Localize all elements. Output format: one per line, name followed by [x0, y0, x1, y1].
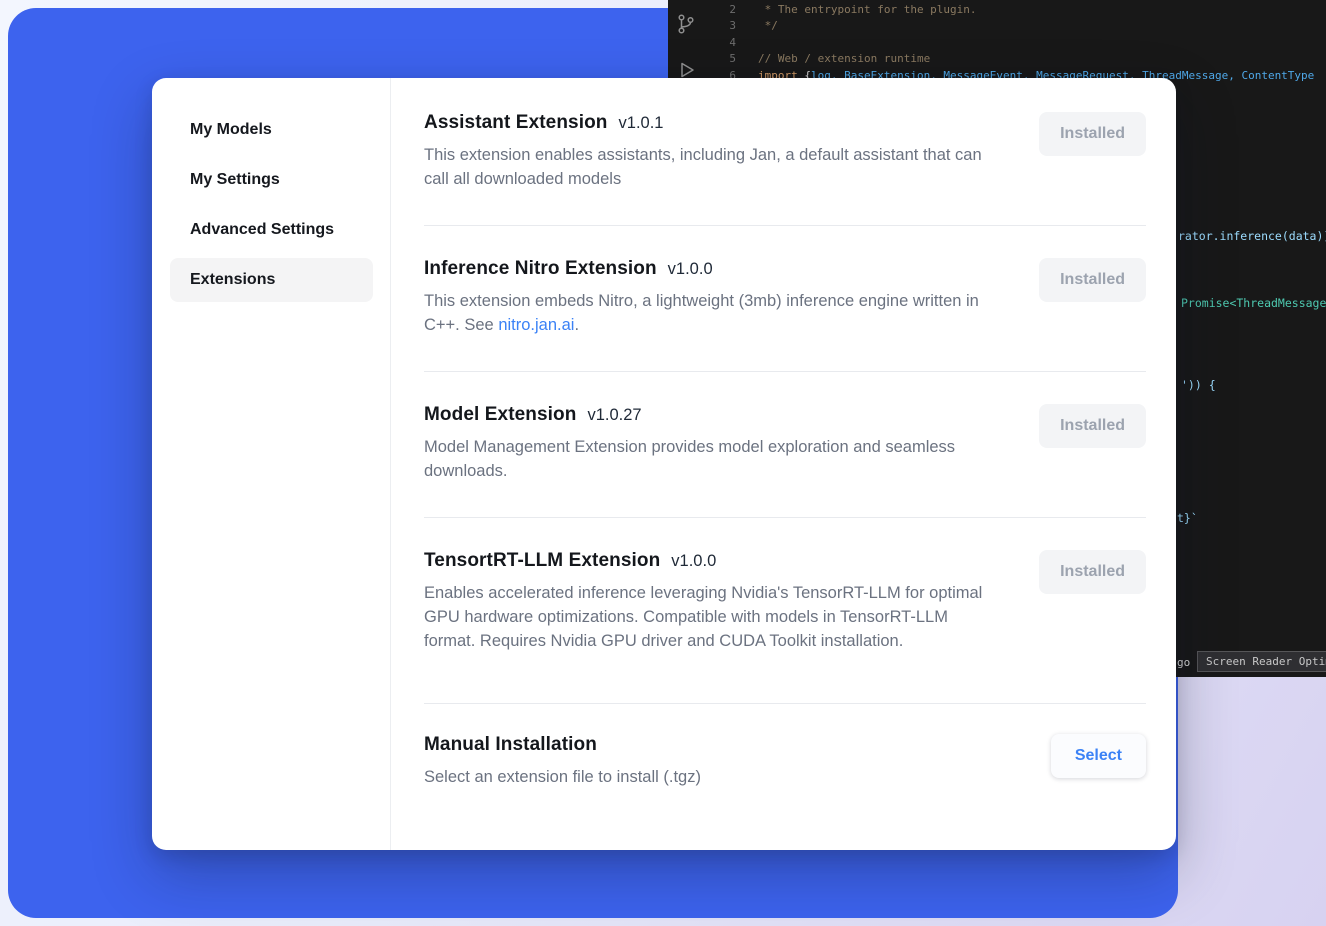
manual-installation-description: Select an extension file to install (.tg…	[424, 765, 701, 789]
sidebar-item-my-settings[interactable]: My Settings	[170, 158, 373, 202]
extension-name: Model Extension	[424, 404, 576, 426]
code-text: */	[758, 19, 778, 32]
screen-reader-notice[interactable]: Screen Reader Optimize	[1197, 651, 1326, 672]
page: 2 * The entrypoint for the plugin. 3 */ …	[0, 0, 1326, 926]
extension-version: v1.0.0	[671, 552, 716, 571]
extension-description: Enables accelerated inference leveraging…	[424, 581, 1000, 653]
installed-button[interactable]: Installed	[1039, 550, 1146, 594]
extension-version: v1.0.1	[619, 114, 664, 133]
code-fragment: rator.inference(data));	[1178, 229, 1326, 243]
sidebar-item-extensions[interactable]: Extensions	[170, 258, 373, 302]
extension-title-line: Inference Nitro Extension v1.0.0	[424, 258, 1000, 280]
code-fragment: Promise<ThreadMessage>	[1181, 296, 1326, 310]
extension-title-line: Assistant Extension v1.0.1	[424, 112, 1000, 134]
line-number: 4	[704, 36, 736, 49]
extension-name: TensortRT-LLM Extension	[424, 550, 660, 572]
extension-version: v1.0.0	[668, 260, 713, 279]
code-line: 3 */	[704, 18, 1314, 35]
extension-title-line: Model Extension v1.0.27	[424, 404, 1000, 426]
code-text: // Web / extension runtime	[758, 52, 930, 65]
select-file-button[interactable]: Select	[1051, 734, 1146, 778]
sidebar-item-advanced-settings[interactable]: Advanced Settings	[170, 208, 373, 252]
code-line: 5 // Web / extension runtime	[704, 51, 1314, 68]
extension-description: Model Management Extension provides mode…	[424, 435, 1000, 483]
extension-name: Inference Nitro Extension	[424, 258, 657, 280]
extension-description: This extension embeds Nitro, a lightweig…	[424, 289, 1000, 337]
line-number: 2	[704, 3, 736, 16]
extension-row-nitro: Inference Nitro Extension v1.0.0 This ex…	[424, 226, 1146, 372]
extension-row-tensorrt: TensortRT-LLM Extension v1.0.0 Enables a…	[424, 518, 1146, 704]
manual-installation-title: Manual Installation	[424, 734, 701, 756]
extension-name: Manual Installation	[424, 734, 597, 756]
extension-info: Assistant Extension v1.0.1 This extensio…	[424, 112, 1000, 191]
source-control-icon[interactable]	[674, 12, 698, 36]
code-line: 2 * The entrypoint for the plugin.	[704, 1, 1314, 18]
code-fragment: ')) {	[1181, 378, 1216, 392]
extension-info: TensortRT-LLM Extension v1.0.0 Enables a…	[424, 550, 1000, 653]
extension-info: Inference Nitro Extension v1.0.0 This ex…	[424, 258, 1000, 337]
nitro-jan-ai-link[interactable]: nitro.jan.ai	[498, 316, 574, 334]
installed-button[interactable]: Installed	[1039, 112, 1146, 156]
code-fragment: t}`	[1177, 511, 1198, 525]
settings-sidebar: My Models My Settings Advanced Settings …	[152, 78, 391, 850]
extension-row-model: Model Extension v1.0.27 Model Management…	[424, 372, 1146, 518]
line-number: 3	[704, 19, 736, 32]
extension-info: Manual Installation Select an extension …	[424, 734, 701, 789]
line-number: 5	[704, 52, 736, 65]
extension-title-line: TensortRT-LLM Extension v1.0.0	[424, 550, 1000, 572]
extensions-list: Assistant Extension v1.0.1 This extensio…	[391, 78, 1176, 850]
extension-version: v1.0.27	[587, 406, 641, 425]
extension-description: This extension enables assistants, inclu…	[424, 143, 1000, 191]
extension-info: Model Extension v1.0.27 Model Management…	[424, 404, 1000, 483]
manual-installation-row: Manual Installation Select an extension …	[424, 704, 1146, 823]
description-text: .	[574, 316, 579, 334]
installed-button[interactable]: Installed	[1039, 404, 1146, 448]
extension-row-assistant: Assistant Extension v1.0.1 This extensio…	[424, 78, 1146, 226]
statusbar-text: go	[1177, 656, 1190, 669]
extension-name: Assistant Extension	[424, 112, 608, 134]
settings-modal: My Models My Settings Advanced Settings …	[152, 78, 1176, 850]
code-area: 2 * The entrypoint for the plugin. 3 */ …	[704, 1, 1314, 84]
code-text: * The entrypoint for the plugin.	[758, 3, 977, 16]
sidebar-item-my-models[interactable]: My Models	[170, 108, 373, 152]
code-line: 4	[704, 34, 1314, 51]
installed-button[interactable]: Installed	[1039, 258, 1146, 302]
